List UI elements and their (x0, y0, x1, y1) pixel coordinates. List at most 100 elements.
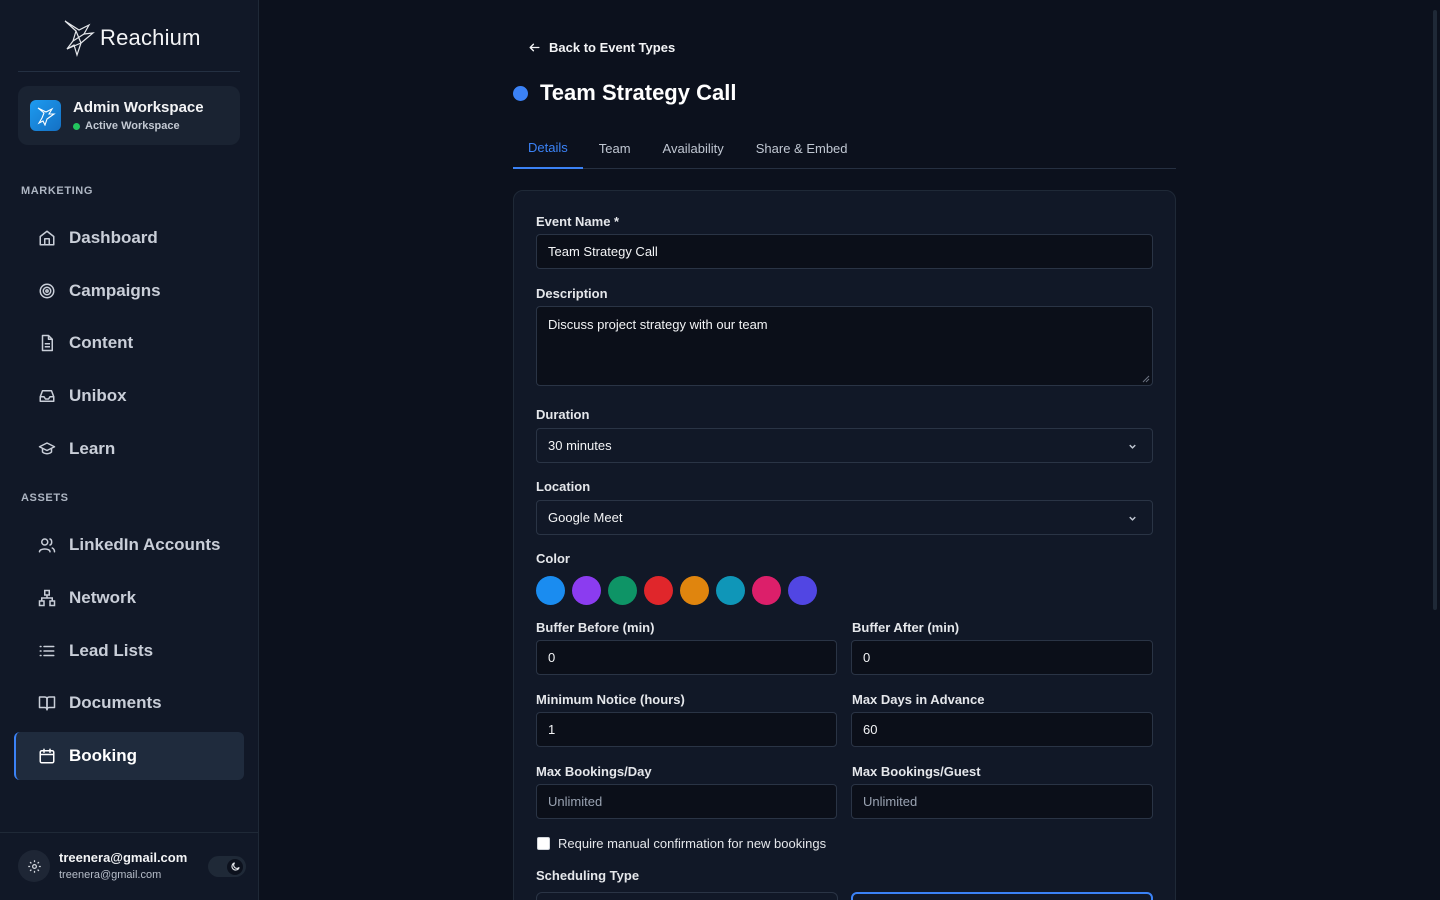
workspace-name: Admin Workspace (73, 99, 204, 116)
sidebar-item-label: LinkedIn Accounts (69, 535, 221, 554)
minimum-notice-input[interactable]: 1 (536, 712, 837, 747)
buffer-before-input[interactable]: 0 (536, 640, 837, 675)
max-days-advance-input[interactable]: 60 (851, 712, 1153, 747)
resize-grip-icon[interactable] (1142, 375, 1150, 383)
duration-select[interactable]: 30 minutes (536, 428, 1153, 463)
calendar-icon (39, 748, 55, 764)
back-to-event-types-link[interactable]: Back to Event Types (528, 38, 675, 56)
moon-icon (230, 862, 240, 871)
section-label-marketing: MARKETING (21, 185, 94, 197)
max-bookings-guest-label: Max Bookings/Guest (852, 764, 981, 779)
event-color-dot (513, 85, 528, 101)
inbox-icon (39, 390, 55, 402)
color-swatch-red[interactable] (644, 576, 673, 605)
description-text: Discuss project strategy with our team (548, 317, 768, 332)
location-value: Google Meet (548, 510, 623, 525)
scheduling-type-option-1[interactable] (536, 892, 838, 900)
location-label: Location (536, 479, 591, 494)
tab-team[interactable]: Team (583, 128, 647, 169)
sidebar-item-learn[interactable]: Learn (14, 425, 244, 473)
bird-logo-icon (37, 107, 56, 126)
theme-toggle[interactable] (208, 856, 246, 877)
tab-bar: Details Team Availability Share & Embed (513, 128, 1176, 169)
app-name: Reachium (100, 25, 201, 50)
users-icon (38, 538, 56, 553)
buffer-after-input[interactable]: 0 (851, 640, 1153, 675)
sidebar-item-lead-lists[interactable]: Lead Lists (14, 627, 244, 675)
section-label-assets: ASSETS (21, 492, 69, 504)
target-icon (39, 283, 55, 299)
sidebar-item-label: Documents (69, 693, 162, 712)
scheduling-type-label: Scheduling Type (536, 868, 640, 883)
divider (0, 832, 259, 833)
event-name-input[interactable]: Team Strategy Call (536, 234, 1153, 269)
chevron-down-icon (1129, 516, 1136, 521)
sidebar-item-unibox[interactable]: Unibox (14, 372, 244, 420)
back-link-label: Back to Event Types (549, 39, 676, 55)
color-swatch-pink[interactable] (752, 576, 781, 605)
sidebar-item-dashboard[interactable]: Dashboard (14, 214, 244, 262)
divider (18, 71, 240, 72)
location-select[interactable]: Google Meet (536, 500, 1153, 535)
sidebar-item-label: Lead Lists (69, 641, 154, 660)
sidebar-item-campaigns[interactable]: Campaigns (14, 267, 244, 315)
list-icon (39, 645, 55, 657)
buffer-before-label: Buffer Before (min) (536, 620, 655, 635)
gear-icon (27, 859, 41, 873)
document-icon (41, 334, 53, 352)
max-bookings-day-label: Max Bookings/Day (536, 764, 652, 779)
workspace-status: Active Workspace (73, 120, 204, 132)
settings-button[interactable] (18, 850, 50, 882)
sidebar-item-documents[interactable]: Documents (14, 679, 244, 727)
app-logo[interactable]: Reachium (62, 18, 201, 58)
user-email: treenera@gmail.com (59, 869, 162, 881)
color-swatch-green[interactable] (608, 576, 637, 605)
manual-confirmation-label[interactable]: Require manual confirmation for new book… (558, 836, 826, 851)
chevron-down-icon (1129, 444, 1136, 449)
color-swatch-purple[interactable] (572, 576, 601, 605)
workspace-switcher[interactable]: Admin Workspace Active Workspace (18, 86, 240, 145)
page-header: Team Strategy Call (513, 80, 736, 106)
sidebar: Reachium Admin Workspace Active Workspac… (0, 0, 259, 900)
status-dot (73, 122, 80, 130)
sidebar-item-label: Network (69, 588, 137, 607)
color-swatch-blue[interactable] (536, 576, 565, 605)
sidebar-item-booking[interactable]: Booking (14, 732, 244, 780)
color-swatch-orange[interactable] (680, 576, 709, 605)
workspace-avatar (30, 100, 61, 131)
sidebar-item-network[interactable]: Network (14, 574, 244, 622)
manual-confirmation-checkbox[interactable] (537, 837, 550, 850)
duration-label: Duration (536, 407, 590, 422)
tab-availability[interactable]: Availability (647, 128, 740, 169)
tab-share-embed[interactable]: Share & Embed (740, 128, 864, 169)
duration-value: 30 minutes (548, 438, 612, 453)
sidebar-item-label: Booking (69, 746, 137, 765)
scrollbar-thumb[interactable] (1433, 10, 1437, 610)
graduation-cap-icon (38, 442, 56, 455)
color-swatch-teal[interactable] (716, 576, 745, 605)
sidebar-item-content[interactable]: Content (14, 319, 244, 367)
sidebar-item-label: Campaigns (69, 281, 161, 300)
sidebar-item-linkedin-accounts[interactable]: LinkedIn Accounts (14, 521, 244, 569)
buffer-after-label: Buffer After (min) (852, 620, 960, 635)
event-name-label: Event Name * (536, 214, 620, 229)
arrow-left-icon (529, 43, 540, 51)
sidebar-item-label: Learn (69, 439, 116, 458)
home-icon (39, 230, 55, 246)
scheduling-type-option-2[interactable] (851, 892, 1153, 900)
sidebar-item-label: Unibox (69, 386, 127, 405)
theme-knob (227, 858, 243, 875)
page-title: Team Strategy Call (540, 80, 737, 105)
bird-logo-icon (64, 20, 95, 57)
sidebar-item-label: Content (69, 333, 134, 352)
tab-details[interactable]: Details (513, 128, 583, 169)
minimum-notice-label: Minimum Notice (hours) (536, 692, 685, 707)
user-name: treenera@gmail.com (59, 850, 188, 865)
description-textarea[interactable]: Discuss project strategy with our team (536, 306, 1153, 386)
color-swatch-indigo[interactable] (788, 576, 817, 605)
max-bookings-guest-input[interactable]: Unlimited (851, 784, 1153, 819)
sidebar-item-label: Dashboard (69, 228, 158, 247)
max-bookings-day-input[interactable]: Unlimited (536, 784, 837, 819)
workspace-status-label: Active Workspace (85, 120, 180, 132)
max-days-advance-label: Max Days in Advance (852, 692, 985, 707)
